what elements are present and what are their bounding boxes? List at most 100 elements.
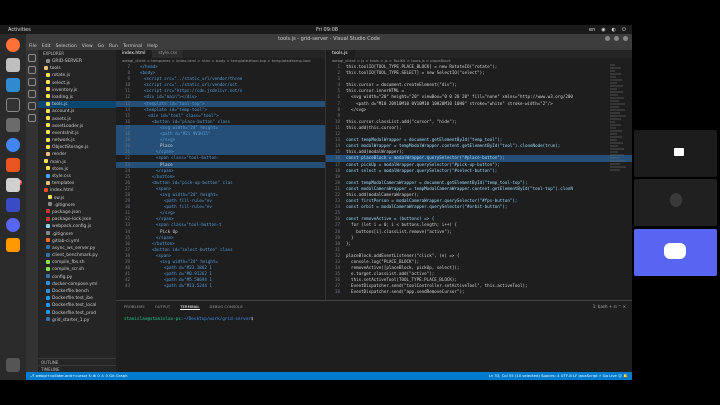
- file-tree-item[interactable]: compile_fbs.sh: [38, 259, 116, 266]
- file-tree-item[interactable]: grid_starter_1.py: [38, 317, 116, 324]
- file-tree-item[interactable]: gitlab-ci.yml: [38, 238, 116, 245]
- menu-selection[interactable]: Selection: [56, 44, 77, 49]
- panel-tab-problems[interactable]: PROBLEMS: [124, 304, 145, 310]
- menu-help[interactable]: Help: [147, 44, 157, 49]
- software-icon[interactable]: [6, 158, 20, 172]
- file-tree-item[interactable]: store.js: [38, 166, 116, 173]
- network-icon[interactable]: ◉: [601, 27, 605, 33]
- tab-tools-js[interactable]: tools.js: [326, 50, 355, 58]
- extensions-icon[interactable]: [28, 102, 36, 110]
- terminal-controls[interactable]: 1: bash + ⊟ ⌃ ✕: [593, 304, 626, 309]
- menu-edit[interactable]: Edit: [42, 44, 51, 49]
- window-titlebar[interactable]: tools.js - grid-server - Visual Studio C…: [26, 34, 632, 43]
- power-icon[interactable]: ⏻: [622, 27, 626, 33]
- file-tree-item[interactable]: eventsInit.js: [38, 130, 116, 137]
- vscode-icon[interactable]: [6, 78, 20, 92]
- run-debug-icon[interactable]: [28, 90, 36, 98]
- terminal-icon[interactable]: [6, 98, 20, 112]
- file-tree-item[interactable]: .gitignore: [38, 202, 116, 209]
- file-tree-item[interactable]: main.js: [38, 159, 116, 166]
- tab-style-css[interactable]: style.css: [152, 50, 185, 58]
- tab-index-html[interactable]: index.html: [116, 50, 153, 58]
- file-tree-item[interactable]: style.css: [38, 173, 116, 180]
- menu-run[interactable]: Run: [109, 44, 118, 49]
- file-tree-item[interactable]: Dockerfile.test_prod: [38, 310, 116, 317]
- vlc-icon[interactable]: [6, 238, 20, 252]
- maximize-icon[interactable]: [614, 36, 619, 41]
- file-tree-item[interactable]: client_benchmark.py: [38, 252, 116, 259]
- firefox-icon[interactable]: [6, 38, 20, 52]
- video-tile[interactable]: [634, 179, 717, 226]
- file-tree-item[interactable]: compile_scr.sh: [38, 266, 116, 273]
- code-text: <button id="place-button" class: [152, 118, 231, 124]
- code-text: </span>: [156, 149, 174, 155]
- file-tree-item[interactable]: assets.js: [38, 116, 116, 123]
- volume-icon[interactable]: ◐: [612, 27, 616, 33]
- menu-go[interactable]: Go: [98, 44, 104, 49]
- code-editor-right[interactable]: 1 this.toolIO[TOOL_TYPE.PLACE_BLOCK] = ne…: [326, 64, 632, 296]
- menu-view[interactable]: View: [82, 44, 93, 49]
- file-tree-item[interactable]: assetLoader.js: [38, 123, 116, 130]
- minimap[interactable]: [610, 64, 626, 174]
- code-editor-left[interactable]: 7 </head> 8 <body> 9 <script src="../static_u…: [116, 64, 325, 289]
- file-name: store.js: [52, 166, 69, 172]
- remote-icon[interactable]: [28, 114, 36, 122]
- file-tree-item[interactable]: network.js: [38, 137, 116, 144]
- file-icon: [46, 231, 50, 235]
- settings-icon[interactable]: [6, 118, 20, 132]
- status-left[interactable]: ⎇ webgl+collider-and+cursor ↻ ⊗ 0 ⚠ 0 Gi…: [30, 372, 128, 380]
- search-icon[interactable]: [28, 66, 36, 74]
- panel-tab-output[interactable]: OUTPUT: [155, 304, 170, 310]
- file-tree-item[interactable]: tools: [38, 65, 116, 72]
- panel-tab-debug-console[interactable]: DEBUG CONSOLE: [210, 304, 243, 310]
- file-tree-item[interactable]: loading.js: [38, 94, 116, 101]
- file-tree-item[interactable]: index.html: [38, 187, 116, 194]
- menu-file[interactable]: File: [29, 44, 37, 49]
- minimize-icon[interactable]: [605, 36, 610, 41]
- keyboard-layout[interactable]: en: [589, 27, 595, 33]
- timeline-section[interactable]: TIMELINE: [38, 365, 116, 372]
- file-tree-item[interactable]: templates: [38, 180, 116, 187]
- close-icon[interactable]: [623, 36, 628, 41]
- code-text: const pickUp = modalWrapper.querySelecto…: [346, 161, 500, 167]
- file-tree-item[interactable]: rotate.js: [38, 72, 116, 79]
- menu-terminal[interactable]: Terminal: [123, 44, 142, 49]
- source-control-icon[interactable]: [28, 78, 36, 86]
- terminal[interactable]: stanislav@stanislav-pc:~/Desktop/work/gr…: [116, 313, 632, 326]
- file-tree-item[interactable]: ObjectStorage.js: [38, 144, 116, 151]
- discord-icon[interactable]: [6, 218, 20, 232]
- activities-button[interactable]: Activities: [8, 27, 31, 33]
- video-tile[interactable]: [634, 130, 717, 177]
- file-tree-item[interactable]: docker-compose.yml: [38, 281, 116, 288]
- file-tree-item[interactable]: select.js: [38, 80, 116, 87]
- file-tree-item[interactable]: async_ws_server.py: [38, 245, 116, 252]
- file-tree-item[interactable]: package.json: [38, 209, 116, 216]
- explorer-icon[interactable]: [28, 54, 36, 62]
- file-tree-item[interactable]: .gitignore: [38, 231, 116, 238]
- panel-tab-terminal[interactable]: TERMINAL: [180, 304, 200, 310]
- file-tree-item[interactable]: webpack.config.js: [38, 223, 116, 230]
- outline-section[interactable]: OUTLINE: [38, 358, 116, 365]
- discord-tile[interactable]: [634, 229, 717, 276]
- app-icon[interactable]: [6, 178, 20, 192]
- file-tree-item[interactable]: tools.js: [38, 101, 116, 109]
- clock[interactable]: Fri 09:08: [316, 27, 338, 33]
- chrome-icon[interactable]: [6, 138, 20, 152]
- file-tree-item[interactable]: account.js: [38, 108, 116, 115]
- files-icon[interactable]: [6, 58, 20, 72]
- file-tree-item[interactable]: sw.js: [38, 195, 116, 202]
- code-text: </span>: [156, 216, 174, 222]
- file-tree-item[interactable]: inventory.js: [38, 87, 116, 94]
- file-tree-item[interactable]: Dockerfile.bench: [38, 288, 116, 295]
- file-tree-item[interactable]: config.py: [38, 274, 116, 281]
- file-tree-item[interactable]: package-lock.json: [38, 216, 116, 223]
- show-apps-icon[interactable]: [6, 358, 20, 372]
- file-tree-item[interactable]: Dockerfile.test_local: [38, 302, 116, 309]
- file-name: inventory.js: [52, 87, 78, 93]
- file-tree-item[interactable]: render: [38, 151, 116, 158]
- system-tray[interactable]: en ◉ ◐ ⏻: [589, 27, 626, 33]
- file-tree-item[interactable]: GRID-SERVER: [38, 58, 116, 65]
- status-right[interactable]: Ln 33, Col 55 (10 selected) Spaces: 4 UT…: [489, 372, 628, 380]
- teams-icon[interactable]: [6, 198, 20, 212]
- file-tree-item[interactable]: Dockerfile.test_ibe: [38, 295, 116, 302]
